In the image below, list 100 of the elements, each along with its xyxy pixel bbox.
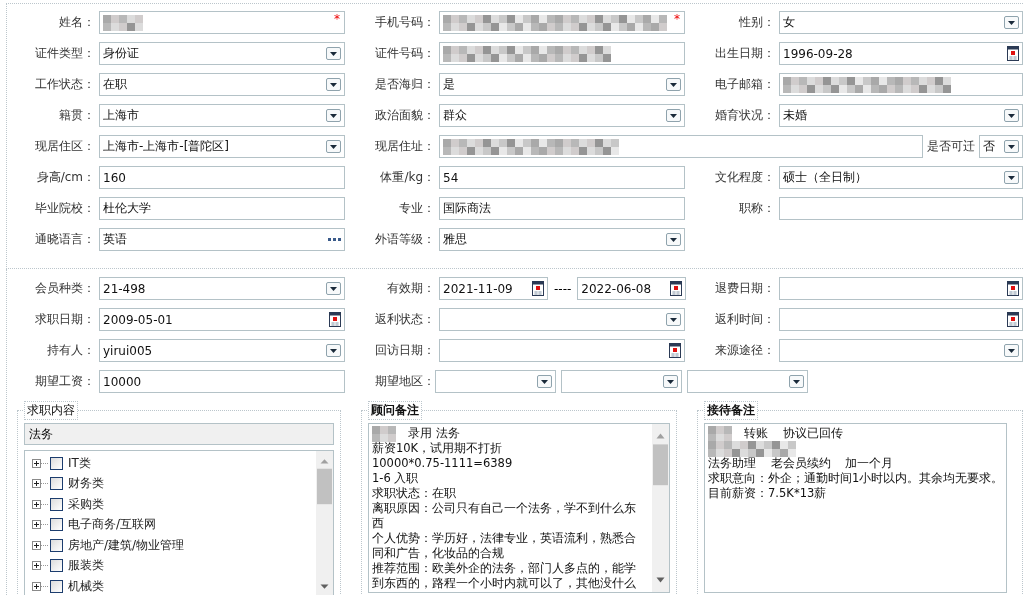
text-field[interactable] [779,73,1023,96]
field-label: 回访日期： [375,342,436,359]
note-line: 法务助理 老会员续约 加一个月 [708,456,894,471]
expand-icon[interactable] [32,561,41,571]
text-field[interactable]: * [99,11,345,34]
text-field[interactable]: 54 [439,166,685,189]
date-field[interactable]: 2022-06-08 [577,277,687,300]
field-label: 身高/cm： [36,169,96,186]
tree-item-label[interactable]: 机械类 [68,577,104,595]
note-line: 目前薪资：7.5K*13薪 [708,486,827,501]
field-label: 现居住址： [375,138,436,155]
notes-field[interactable]: 录用 法务 薪资10K，试用期不打折 10000*0.75-1111=6389 1-6 入职 求职状态：在职 离职原因：公司只有自己一个法务，学不到什么东 西 个人优势：学历好，法律专业，英语流利，熟悉合 同和广告，化妆品的合规 推荐范围：欧美外企的法务，部门人多点的，能学 到东西的，路程一个小时内就可以了，其他没什么 [367,423,671,593]
dropdown[interactable]: 身份证 [99,42,345,65]
checkbox[interactable] [50,579,63,593]
field-label: 现居住区： [35,138,96,155]
dropdown[interactable]: 未婚 [779,104,1023,127]
field-label: 籍贯： [59,107,96,124]
field-label: 返利状态： [375,311,436,328]
text-field[interactable]: 英语 [99,228,345,251]
dropdown[interactable]: yirui005 [99,339,345,362]
dropdown[interactable]: 雅思 [439,228,685,251]
date-field[interactable] [779,308,1023,331]
note-line: 薪资10K，试用期不打折 [371,441,503,456]
tree-item-label[interactable]: 电子商务/互联网 [68,516,157,534]
date-field[interactable]: 2009-05-01 [99,308,345,331]
field-label: 毕业院校： [35,200,96,217]
tree-item-label[interactable]: 房地产/建筑/物业管理 [68,536,185,554]
calendar-icon[interactable] [1007,312,1019,327]
tree-item-label[interactable]: 服装类 [68,557,104,575]
text-field[interactable]: 杜伦大学 [99,197,345,220]
note-line: 西 [371,516,384,531]
dropdown[interactable]: 群众 [439,104,685,127]
dropdown[interactable]: 硕士（全日制） [779,166,1023,189]
text-field[interactable] [439,135,923,158]
calendar-icon[interactable] [669,343,681,358]
panel-title: 接待备注 [704,401,759,420]
tree-item-label[interactable]: 财务类 [68,475,104,493]
field-label: 体重/kg： [380,169,436,186]
scrollbar[interactable] [315,451,333,595]
checkbox[interactable] [50,456,63,470]
tree-item-label[interactable]: 采购类 [68,495,104,513]
dropdown[interactable]: 21-498 [99,277,345,300]
expand-icon[interactable] [32,499,41,509]
calendar-icon[interactable] [670,281,683,296]
panel-title: 顾问备注 [367,401,422,420]
field-label: 文化程度： [715,169,776,186]
field-label: 有效期： [387,280,436,297]
scrollbar[interactable] [652,424,670,592]
field-label: 通晓语言： [35,231,96,248]
field-label: 出生日期： [715,45,776,62]
text-field[interactable] [439,42,685,65]
date-field[interactable] [779,277,1023,300]
dropdown[interactable]: 在职 [99,73,345,96]
tree-item-label[interactable]: IT类 [68,454,91,472]
required-mark: * [674,12,680,26]
checkbox[interactable] [50,538,63,552]
calendar-icon[interactable] [329,312,341,327]
dropdown[interactable]: 女 [779,11,1023,34]
dropdown[interactable]: 上海市-上海市-[普陀区] [99,135,345,158]
field-label: 职称： [739,200,776,217]
expand-icon[interactable] [32,479,41,489]
range-separator: ---- [554,281,572,296]
expand-icon[interactable] [32,581,41,591]
dropdown[interactable]: 否 [979,135,1023,158]
note-line: 1-6 入职 [371,471,419,486]
expand-icon[interactable] [32,520,41,530]
text-field[interactable] [779,197,1023,220]
field-label: 手机号码： [375,14,436,31]
expand-icon[interactable] [32,458,41,468]
dropdown[interactable]: 是 [439,73,685,96]
search-field[interactable]: 法务 [24,423,334,445]
required-mark: * [334,12,340,26]
text-field[interactable]: 10000 [99,370,345,393]
field-label: 期望工资： [35,373,96,390]
date-field[interactable]: 2021-11-09 [439,277,548,300]
checkbox[interactable] [50,477,63,491]
checkbox[interactable] [50,497,63,511]
dropdown[interactable]: 上海市 [99,104,345,127]
ellipsis-icon[interactable] [328,237,341,242]
field-label: 返利时间： [715,311,776,328]
note-line: 10000*0.75-1111=6389 [371,456,513,471]
calendar-icon[interactable] [1007,281,1019,296]
expand-icon[interactable] [32,540,41,550]
checkbox[interactable] [50,559,63,573]
field-label: 性别： [739,14,776,31]
date-field[interactable]: 1996-09-28 [779,42,1023,65]
notes-field[interactable]: 转账 协议已回传 法务助理 老会员续约 加一个月 求职意向：外企；通勤时间1小时以内。其余均无要求。 目前薪资：7.5K*13薪 [704,423,1008,593]
note-line: 到东西的，路程一个小时内就可以了，其他没什么 [371,576,636,591]
note-line: 个人优势：学历好，法律专业，英语流利，熟悉合 [371,531,636,546]
calendar-icon[interactable] [532,281,544,296]
checkbox[interactable] [50,518,63,532]
text-field[interactable]: * [439,11,685,34]
field-label: 电子邮箱： [715,76,776,93]
field-label: 退费日期： [715,280,776,297]
text-field[interactable]: 160 [99,166,345,189]
date-field[interactable] [439,339,685,362]
field-label: 持有人： [47,342,96,359]
text-field[interactable]: 国际商法 [439,197,685,220]
calendar-icon[interactable] [1007,46,1019,61]
panel-title: 求职内容 [24,401,78,420]
